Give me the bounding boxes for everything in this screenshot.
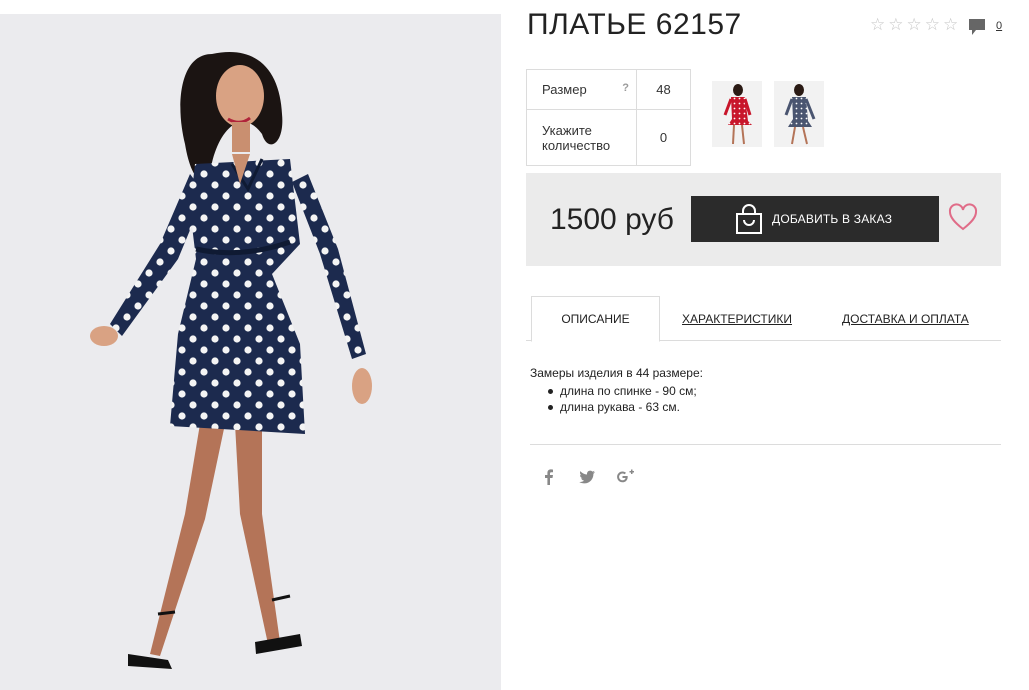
rating-stars[interactable]: ☆ ☆ ☆ ☆ ☆	[870, 16, 958, 34]
heart-icon[interactable]	[948, 203, 978, 233]
star-icon[interactable]: ☆	[870, 16, 885, 34]
product-photo[interactable]	[0, 14, 501, 690]
measurement-list: длина по спинке - 90 см; длина рукава - …	[530, 383, 703, 415]
quantity-label: Укажите количество	[526, 109, 637, 166]
quantity-label-line1: Укажите	[542, 122, 592, 138]
thumbnail-navy-dress[interactable]	[774, 81, 824, 147]
star-icon[interactable]: ☆	[907, 16, 922, 34]
product-tabs: ОПИСАНИЕ ХАРАКТЕРИСТИКИ ДОСТАВКА И ОПЛАТ…	[526, 296, 1001, 342]
add-to-order-label: ДОБАВИТЬ В ЗАКАЗ	[772, 212, 893, 226]
comments-link[interactable]: 0	[968, 18, 1002, 36]
size-select[interactable]: 48	[636, 69, 691, 110]
twitter-icon[interactable]	[578, 468, 596, 486]
tab-description[interactable]: ОПИСАНИЕ	[531, 296, 660, 342]
tab-delivery-payment[interactable]: ДОСТАВКА И ОПЛАТА	[842, 296, 969, 341]
size-label-cell: Размер ?	[526, 69, 637, 110]
social-share	[540, 468, 634, 486]
size-hint-icon[interactable]: ?	[622, 82, 629, 94]
product-price: 1500 руб	[550, 203, 674, 236]
shopping-bag-icon	[736, 204, 762, 234]
star-icon[interactable]: ☆	[943, 16, 958, 34]
star-icon[interactable]: ☆	[888, 16, 903, 34]
facebook-icon[interactable]	[540, 468, 558, 486]
tab-characteristics[interactable]: ХАРАКТЕРИСТИКИ	[682, 296, 792, 341]
description-panel: Замеры изделия в 44 размере: длина по сп…	[530, 365, 703, 415]
add-to-order-button[interactable]: ДОБАВИТЬ В ЗАКАЗ	[691, 196, 939, 242]
description-intro: Замеры изделия в 44 размере:	[530, 366, 703, 380]
product-page: ПЛАТЬЕ 62157 ☆ ☆ ☆ ☆ ☆ 0 Размер ? 48 Ука…	[0, 0, 1029, 690]
list-item: длина рукава - 63 см.	[548, 399, 703, 415]
navy-polka-dot-dress-thumbnail	[784, 84, 816, 145]
quantity-input[interactable]: 0	[636, 109, 691, 166]
comment-count[interactable]: 0	[996, 20, 1002, 32]
red-polka-dot-dress-thumbnail	[723, 84, 752, 145]
comment-icon	[969, 19, 985, 35]
star-icon[interactable]: ☆	[925, 16, 940, 34]
price-box: 1500 руб ДОБАВИТЬ В ЗАКАЗ	[526, 173, 1001, 266]
google-plus-icon[interactable]	[616, 468, 634, 486]
thumbnail-red-dress[interactable]	[712, 81, 762, 147]
quantity-label-line2: количество	[542, 137, 611, 153]
list-item: длина по спинке - 90 см;	[548, 383, 703, 399]
product-options-table: Размер ? 48 Укажите количество 0	[526, 69, 691, 166]
product-title: ПЛАТЬЕ 62157	[527, 8, 742, 41]
divider	[530, 444, 1001, 445]
size-label: Размер	[542, 82, 587, 97]
model-in-dress-image	[90, 52, 372, 669]
